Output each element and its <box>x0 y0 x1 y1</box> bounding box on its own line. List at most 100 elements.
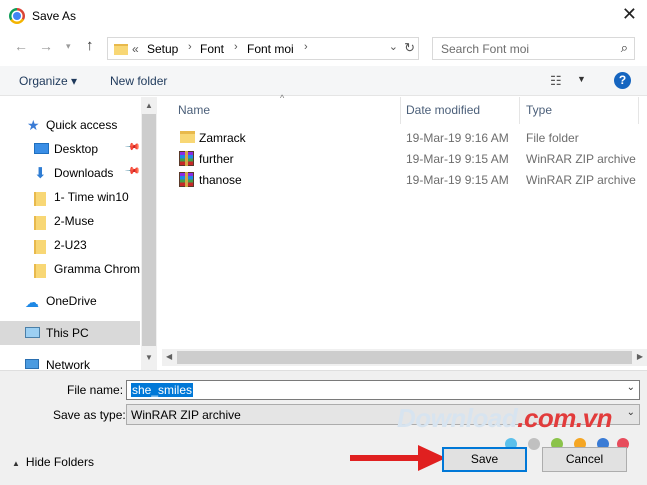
back-arrow-icon[interactable]: ← <box>14 38 28 54</box>
column-header-date-modified[interactable]: Date modified <box>406 103 480 117</box>
sort-ascending-icon: ^ <box>280 93 285 103</box>
network-icon <box>25 359 39 369</box>
cancel-button[interactable]: Cancel <box>542 447 627 472</box>
file-list: ^ Name Date modified Type Zamrack 19-Mar… <box>162 93 647 370</box>
nav-item-label: OneDrive <box>46 294 97 308</box>
close-icon[interactable]: ✕ <box>622 5 637 23</box>
folder-icon <box>34 240 46 254</box>
scroll-up-icon[interactable]: ▲ <box>145 101 153 110</box>
pin-icon[interactable]: 📌 <box>124 139 141 156</box>
pin-icon[interactable]: 📌 <box>124 163 141 180</box>
downloads-icon: ⬇ <box>34 165 47 182</box>
file-type: WinRAR ZIP archive <box>526 152 636 166</box>
nav-item-2-u23[interactable]: 2-U23 <box>0 233 140 257</box>
table-row[interactable]: further 19-Mar-19 9:15 AM WinRAR ZIP arc… <box>174 149 644 170</box>
chevron-up-icon: ▲ <box>12 459 20 468</box>
chrome-icon <box>9 8 25 24</box>
breadcrumb-font-moi[interactable]: Font moi <box>247 42 294 56</box>
nav-item-gramma-chrom[interactable]: Gramma Chrom <box>0 257 140 281</box>
chevron-down-icon[interactable]: ⌄ <box>389 40 398 53</box>
nav-item-this-pc[interactable]: This PC <box>0 321 140 345</box>
search-icon[interactable]: ⌕ <box>621 40 628 56</box>
column-header-name[interactable]: Name <box>178 103 210 117</box>
file-date: 19-Mar-19 9:15 AM <box>406 173 509 187</box>
hide-folders-button[interactable]: ▲ Hide Folders <box>12 455 94 469</box>
nav-item-label: This PC <box>46 326 89 340</box>
watermark-dot <box>528 438 540 450</box>
file-type: WinRAR ZIP archive <box>526 173 636 187</box>
breadcrumb-font[interactable]: Font <box>200 42 224 56</box>
nav-item-2-muse[interactable]: 2-Muse <box>0 209 140 233</box>
scroll-left-icon[interactable]: ◀ <box>166 352 172 361</box>
table-row[interactable]: Zamrack 19-Mar-19 9:16 AM File folder <box>174 128 644 149</box>
chevron-right-icon[interactable]: › <box>304 41 308 53</box>
table-row[interactable]: thanose 19-Mar-19 9:15 AM WinRAR ZIP arc… <box>174 170 644 191</box>
help-icon[interactable]: ? <box>614 72 631 89</box>
desktop-icon <box>34 143 49 154</box>
arrow-shaft <box>350 455 422 461</box>
folder-icon <box>34 192 46 206</box>
file-name-value[interactable]: she_smiles <box>131 383 194 397</box>
chevron-right-icon[interactable]: › <box>188 41 192 53</box>
column-header-type[interactable]: Type <box>526 103 552 117</box>
search-placeholder: Search Font moi <box>441 42 530 56</box>
nav-item-label: 1- Time win10 <box>54 190 129 204</box>
column-divider[interactable] <box>519 97 520 124</box>
title-bar: Save As ✕ <box>0 0 647 32</box>
folder-icon <box>34 216 46 230</box>
breadcrumb-overflow[interactable]: « <box>132 42 139 56</box>
chevron-down-icon[interactable]: ⌄ <box>627 407 635 418</box>
nav-item-desktop[interactable]: Desktop 📌 <box>0 137 141 161</box>
scroll-thumb[interactable] <box>142 114 156 346</box>
nav-item-onedrive[interactable]: ☁ OneDrive <box>0 289 140 313</box>
winrar-icon <box>179 172 194 187</box>
folder-icon <box>114 44 128 55</box>
chevron-down-icon[interactable]: ⌄ <box>627 382 635 393</box>
nav-item-label: Network <box>46 358 91 370</box>
file-type: File folder <box>526 131 579 145</box>
nav-item-quick-access[interactable]: ★ Quick access <box>0 113 140 137</box>
hide-folders-label: Hide Folders <box>25 455 94 469</box>
navigation-pane: ★ Quick access Desktop 📌 ⬇ Downloads 📌 1… <box>0 97 157 370</box>
organize-button[interactable]: Organize ▾ <box>19 74 77 88</box>
command-bar: Organize ▾ New folder ☷ ▼ ? <box>0 66 647 96</box>
search-input[interactable]: Search Font moi ⌕ <box>432 37 635 60</box>
file-name: Zamrack <box>199 131 246 145</box>
view-options-icon[interactable]: ☷ <box>550 73 562 89</box>
nav-item-network[interactable]: Network <box>0 353 140 370</box>
file-date: 19-Mar-19 9:16 AM <box>406 131 509 145</box>
file-date: 19-Mar-19 9:15 AM <box>406 152 509 166</box>
forward-arrow-icon[interactable]: → <box>39 38 53 54</box>
file-name: further <box>199 152 234 166</box>
chevron-down-icon[interactable]: ▼ <box>577 74 586 84</box>
new-folder-button[interactable]: New folder <box>110 74 167 88</box>
file-name-label: File name: <box>67 383 124 397</box>
refresh-icon[interactable]: ↻ <box>404 40 415 56</box>
nav-item-downloads[interactable]: ⬇ Downloads 📌 <box>0 161 141 185</box>
nav-vertical-scrollbar[interactable]: ▲ ▼ <box>141 97 157 370</box>
nav-item-label: Gramma Chrom <box>54 262 141 276</box>
chevron-right-icon[interactable]: › <box>234 41 238 53</box>
recent-locations-chevron-icon[interactable]: ▾ <box>66 41 71 52</box>
file-name-field[interactable]: she_smiles ⌄ <box>126 380 640 400</box>
scroll-thumb[interactable] <box>177 351 632 364</box>
save-button[interactable]: Save <box>442 447 527 472</box>
address-row: ← → ▾ ↑ « Setup › Font › Font moi › ⌄ ↻ … <box>0 34 647 62</box>
winrar-icon <box>179 151 194 166</box>
file-horizontal-scrollbar[interactable]: ◀ ▶ <box>162 349 647 366</box>
scroll-down-icon[interactable]: ▼ <box>145 353 153 362</box>
watermark-domain: .com.vn <box>517 403 612 433</box>
breadcrumb-setup[interactable]: Setup <box>147 42 178 56</box>
up-arrow-icon[interactable]: ↑ <box>86 37 94 54</box>
column-divider[interactable] <box>400 97 401 124</box>
scroll-right-icon[interactable]: ▶ <box>637 352 643 361</box>
nav-item-label: Downloads <box>54 166 114 180</box>
address-bar[interactable]: « Setup › Font › Font moi › ⌄ ↻ <box>107 37 419 60</box>
column-divider[interactable] <box>638 97 639 124</box>
file-name: thanose <box>199 173 242 187</box>
window-title: Save As <box>32 9 77 23</box>
save-as-type-value: WinRAR ZIP archive <box>131 408 241 422</box>
watermark-main: Download <box>397 403 518 433</box>
nav-item-1-time-win10[interactable]: 1- Time win10 <box>0 185 140 209</box>
folder-icon <box>34 264 46 278</box>
